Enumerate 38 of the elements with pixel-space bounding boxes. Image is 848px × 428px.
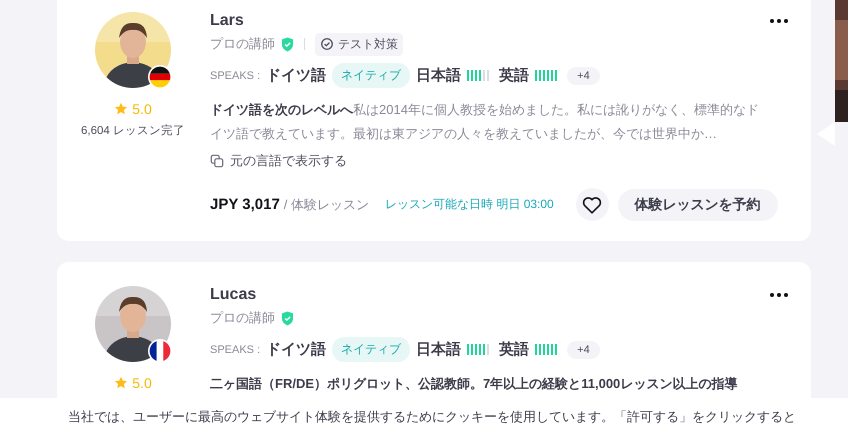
more-languages-badge[interactable]: +4	[567, 340, 600, 358]
tutor-description: 二ヶ国語（FR/DE）ポリグロット、公認教師。7年以上の経験と11,000レッスン以上の指導	[210, 375, 738, 393]
test-prep-tag: テスト対策	[315, 32, 403, 56]
native-tag: ネイティブ	[332, 337, 410, 362]
more-languages-badge[interactable]: +4	[567, 66, 600, 84]
language-name: ドイツ語	[266, 66, 326, 85]
lesson-count: 6,604 レッスン完了	[81, 123, 185, 138]
language-name: 日本語	[416, 340, 462, 359]
language-name: 日本語	[416, 66, 462, 85]
price: JPY 3,017	[210, 196, 280, 213]
flag-icon	[148, 339, 172, 363]
language-name: ドイツ語	[266, 340, 326, 359]
tooltip-pointer	[817, 122, 835, 146]
language-name: 英語	[499, 66, 530, 85]
star-icon	[114, 102, 128, 116]
cookie-notice-text: 当社では、ユーザーに最高のウェブサイト体験を提供するためにクッキーを使用しています。「許可する」をクリックすると	[68, 409, 796, 424]
more-dots-icon	[769, 18, 789, 24]
tutor-title: プロの講師	[210, 35, 275, 53]
rating-value: 5.0	[132, 375, 152, 391]
speaks-label: SPEAKS :	[210, 70, 260, 82]
tutor-title: プロの講師	[210, 309, 275, 327]
tutor-name[interactable]: Lars	[210, 12, 244, 30]
flag-icon	[148, 65, 172, 89]
book-trial-button[interactable]: 体験レッスンを予約	[618, 188, 778, 220]
check-circle-icon	[320, 37, 334, 51]
translate-icon	[210, 154, 224, 168]
tutor-description: ドイツ語を次のレベルへ私は2014年に個人教授を始めました。私には訛りがなく、標準的なドイツ語で教えています。最初は東アジアの人々を教えていましたが、今では世界中か…	[210, 101, 760, 143]
speaks-label: SPEAKS :	[210, 344, 260, 356]
rating-value: 5.0	[132, 101, 152, 117]
star-icon	[114, 376, 128, 390]
price-unit: / 体験レッスン	[284, 196, 370, 214]
more-dots-icon	[769, 292, 789, 298]
show-original-link[interactable]: 元の言語で表示する	[210, 152, 347, 170]
native-tag: ネイティブ	[332, 63, 410, 88]
tutor-name[interactable]: Lucas	[210, 286, 256, 304]
language-name: 英語	[499, 340, 530, 359]
availability-text: レッスン可能な日時 明日 03:00	[385, 196, 554, 213]
favorite-button[interactable]	[576, 188, 609, 221]
